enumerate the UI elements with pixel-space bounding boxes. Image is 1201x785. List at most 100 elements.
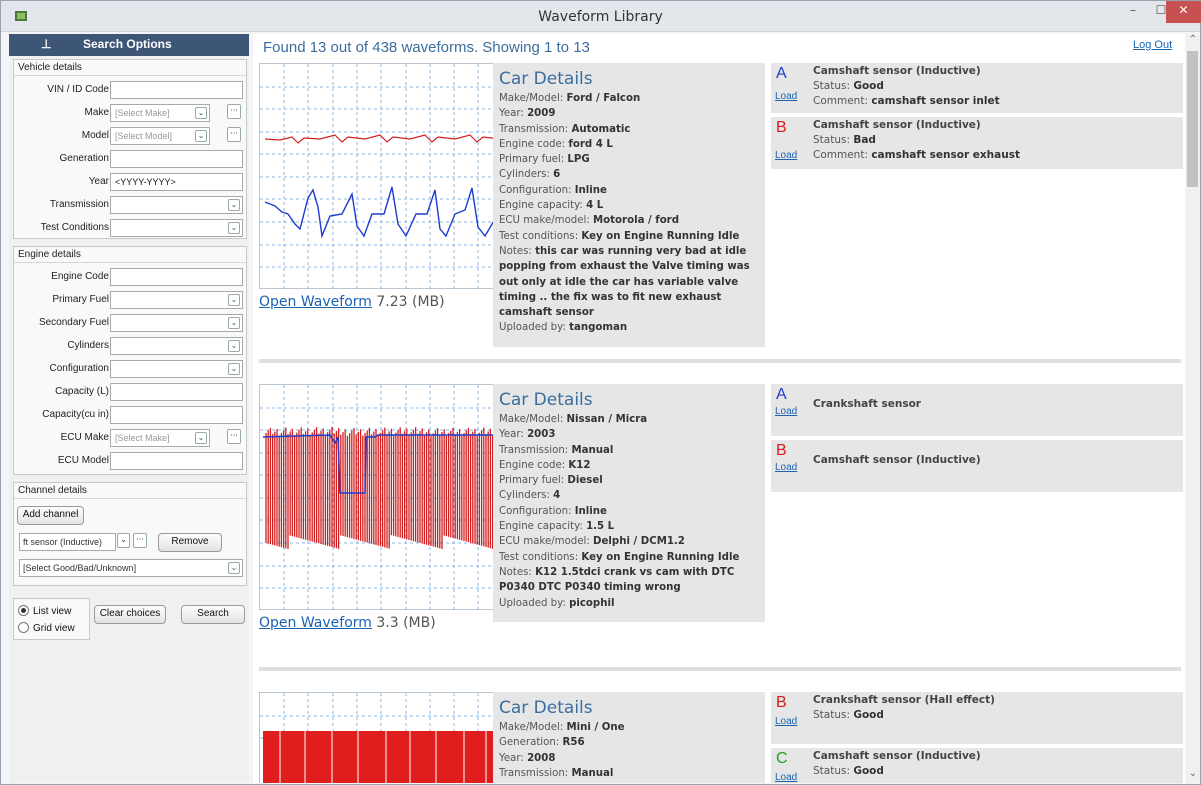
channel-comment-value: camshaft sensor inlet (871, 95, 1000, 107)
detail-value: Ford / Falcon (566, 93, 641, 104)
waveform-thumbnail[interactable] (259, 384, 503, 611)
secondary-fuel-row: Secondary Fuel ⌄ (14, 313, 246, 333)
grid-view-radio[interactable]: Grid view (18, 622, 75, 634)
load-link[interactable]: Load (775, 150, 797, 161)
field-label: Secondary Fuel (38, 317, 109, 328)
ecu-model-row: ECU Model (14, 451, 246, 471)
chevron-down-icon[interactable]: ⌄ (195, 107, 207, 119)
channel-list: A Load Camshaft sensor (Inductive) Statu… (771, 63, 1183, 173)
field-label: Transmission (49, 199, 109, 210)
add-channel-button[interactable]: Add channel (17, 506, 84, 525)
waveform-thumbnail[interactable] (259, 692, 503, 783)
year-input[interactable]: <YYYY-YYYY> (110, 173, 243, 191)
more-options-icon[interactable]: ··· (227, 429, 241, 444)
detail-line: Notes: K12 1.5tdci crank vs cam with DTC… (499, 565, 765, 596)
minimize-icon[interactable]: – (1119, 1, 1147, 23)
scrollbar-thumb[interactable] (1187, 51, 1198, 187)
chevron-down-icon[interactable]: ⌄ (228, 340, 240, 352)
channel-name: Camshaft sensor (Inductive) (813, 119, 981, 131)
vin-input[interactable] (110, 81, 243, 99)
open-waveform-row: Open Waveform 7.23 (MB) (259, 294, 445, 310)
channel-item: B Load Crankshaft sensor (Hall effect) S… (771, 692, 1183, 745)
chevron-down-icon[interactable]: ⌄ (195, 130, 207, 142)
channel-select[interactable]: ft sensor (Inductive) (19, 533, 116, 551)
detail-line: Configuration: Inline (499, 183, 765, 198)
chevron-down-icon[interactable]: ⌄ (228, 562, 240, 574)
load-link[interactable]: Load (775, 91, 797, 102)
load-link[interactable]: Load (775, 716, 797, 727)
chevron-down-icon[interactable]: ⌄ (228, 294, 240, 306)
capacity-l-input[interactable] (110, 383, 243, 401)
ecu-make-value: [Select Make] (115, 433, 170, 443)
chevron-down-icon[interactable]: ⌄ (228, 222, 240, 234)
log-out-link[interactable]: Log Out (1133, 39, 1172, 51)
more-options-icon[interactable]: ··· (227, 104, 241, 119)
generation-input[interactable] (110, 150, 243, 168)
detail-label: Transmission: (499, 123, 572, 135)
detail-value: R56 (562, 737, 585, 749)
waveform-thumbnail[interactable] (259, 63, 503, 290)
car-details-list: Make/Model: Mini / One Generation: R56 Y… (499, 720, 765, 781)
transmission-select[interactable]: ⌄ (110, 196, 243, 214)
detail-value: K12 (568, 459, 591, 471)
make-select[interactable]: [Select Make] ⌄ (110, 104, 210, 122)
result-item: Car Details Make/Model: Mini / One Gener… (259, 692, 1183, 783)
test-conditions-select[interactable]: ⌄ (110, 219, 243, 237)
primary-fuel-select[interactable]: ⌄ (110, 291, 243, 309)
load-link[interactable]: Load (775, 772, 797, 783)
title-bar: Waveform Library – ☐ ✕ (1, 1, 1201, 32)
field-label: VIN / ID Code (47, 84, 109, 95)
engine-code-input[interactable] (110, 268, 243, 286)
load-link[interactable]: Load (775, 462, 797, 473)
channel-status-value: Good (853, 80, 884, 92)
field-label: Configuration (49, 363, 109, 374)
chevron-down-icon[interactable]: ⌄ (228, 363, 240, 375)
chevron-down-icon[interactable]: ⌄ (195, 432, 207, 444)
channel-details-group: Channel details Add channel ft sensor (I… (13, 482, 247, 586)
pin-icon[interactable]: ⊥ (41, 37, 51, 51)
detail-line: Transmission: Manual (499, 443, 765, 458)
chevron-down-icon[interactable]: ⌄ (228, 317, 240, 329)
file-size: 3.3 (MB) (376, 615, 436, 631)
load-link[interactable]: Load (775, 406, 797, 417)
detail-label: Engine code: (499, 138, 569, 150)
configuration-select[interactable]: ⌄ (110, 360, 243, 378)
chevron-down-icon[interactable]: ⌄ (117, 533, 130, 548)
clear-choices-button[interactable]: Clear choices (94, 605, 166, 624)
detail-line: Notes: this car was running very bad at … (499, 244, 765, 320)
channel-item: C Load Camshaft sensor (Inductive) Statu… (771, 748, 1183, 783)
open-waveform-link[interactable]: Open Waveform (259, 615, 372, 631)
vertical-scrollbar[interactable]: ⌃ ⌄ (1186, 34, 1200, 783)
close-icon[interactable]: ✕ (1166, 1, 1201, 23)
detail-label: Make/Model: (499, 414, 567, 425)
car-details-title: Car Details (499, 390, 593, 410)
cylinders-select[interactable]: ⌄ (110, 337, 243, 355)
open-waveform-row: Open Waveform 3.3 (MB) (259, 615, 436, 631)
model-select[interactable]: [Select Model] ⌄ (110, 127, 210, 145)
field-label: Test Conditions (40, 222, 109, 233)
open-waveform-link[interactable]: Open Waveform (259, 294, 372, 310)
list-view-radio[interactable]: List view (18, 605, 71, 617)
detail-label: Test conditions: (499, 551, 582, 563)
detail-line: Cylinders: 4 (499, 488, 765, 503)
transmission-row: Transmission ⌄ (14, 195, 246, 215)
remove-channel-button[interactable]: Remove (158, 533, 222, 552)
capacity-cu-in-input[interactable] (110, 406, 243, 424)
chevron-down-icon[interactable]: ⌄ (228, 199, 240, 211)
more-options-icon[interactable]: ··· (227, 127, 241, 142)
more-options-icon[interactable]: ··· (133, 533, 147, 548)
scroll-up-icon[interactable]: ⌃ (1186, 34, 1200, 49)
channel-status-select[interactable]: [Select Good/Bad/Unknown] ⌄ (19, 559, 243, 577)
detail-line: Year: 2009 (499, 106, 765, 121)
ecu-model-input[interactable] (110, 452, 243, 470)
detail-label: Cylinders: (499, 169, 554, 181)
detail-value: Inline (574, 184, 607, 196)
scroll-down-icon[interactable]: ⌄ (1186, 768, 1200, 783)
secondary-fuel-select[interactable]: ⌄ (110, 314, 243, 332)
detail-line: Test conditions: Key on Engine Running I… (499, 229, 765, 244)
search-button[interactable]: Search (181, 605, 245, 624)
car-details-title: Car Details (499, 69, 593, 89)
detail-value: Manual (571, 767, 614, 779)
ecu-make-row: ECU Make [Select Make] ⌄ ··· (14, 428, 246, 448)
ecu-make-select[interactable]: [Select Make] ⌄ (110, 429, 210, 447)
